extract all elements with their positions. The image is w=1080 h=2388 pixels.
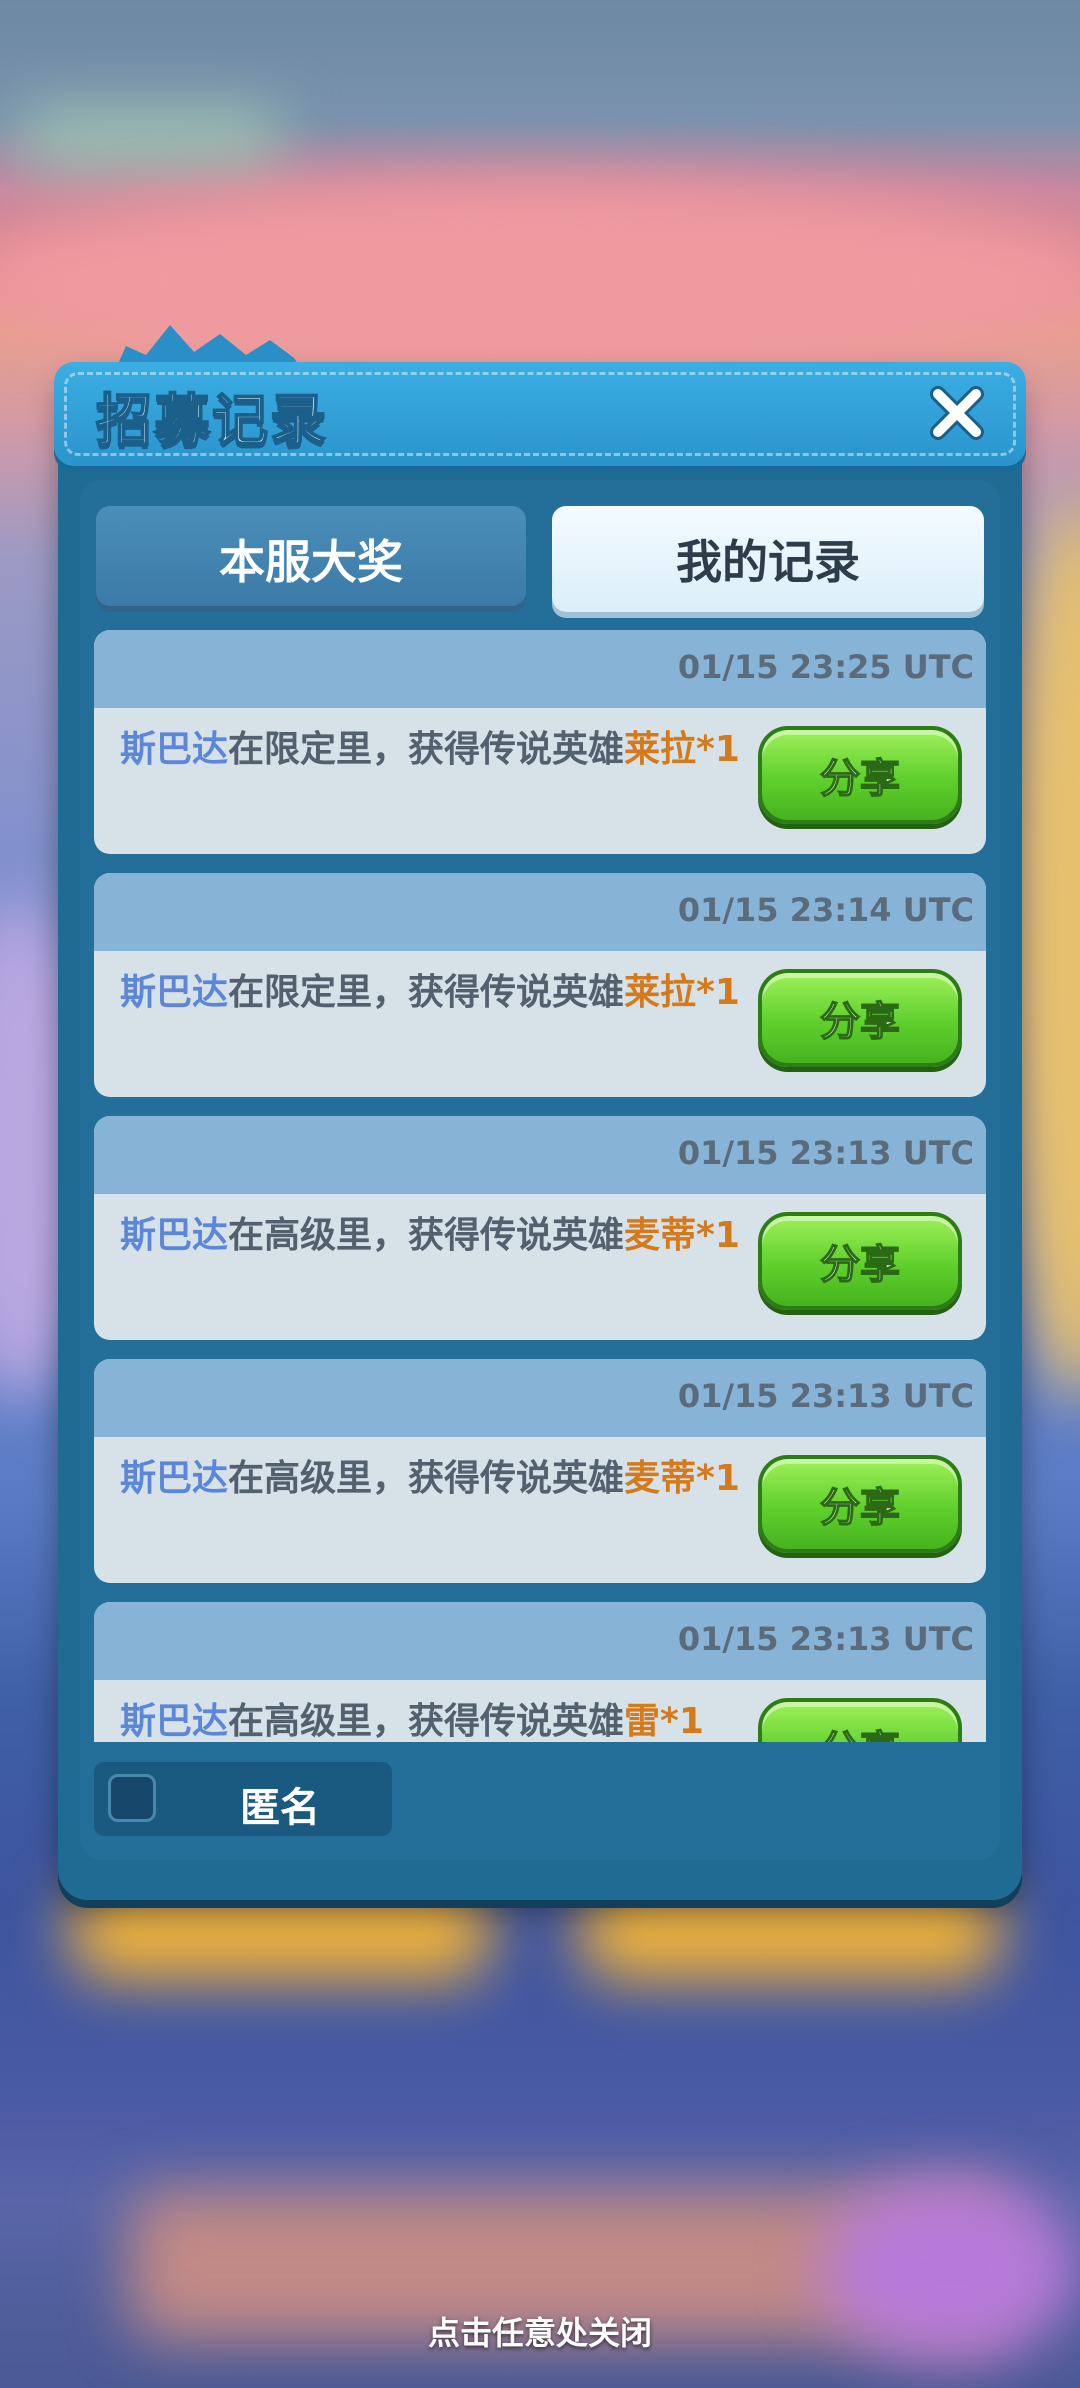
anonymous-label: 匿名	[240, 1785, 320, 1831]
record-item: 01/15 23:25 UTC 斯巴达在限定里，获得传说英雄莱拉*1 分享	[94, 630, 986, 854]
anonymous-toggle[interactable]: 匿名	[94, 1762, 392, 1836]
player-name: 斯巴达	[120, 1701, 229, 1742]
record-time: 01/15 23:25 UTC	[677, 648, 974, 686]
player-name: 斯巴达	[120, 729, 229, 770]
record-description: 在限定里，获得传说英雄	[228, 729, 625, 770]
hero-name: 麦蒂*1	[624, 1215, 740, 1256]
record-time: 01/15 23:13 UTC	[677, 1134, 974, 1172]
share-button[interactable]: 分享	[758, 1212, 962, 1310]
tab-label: 我的记录	[676, 535, 860, 589]
player-name: 斯巴达	[120, 1215, 229, 1256]
record-time: 01/15 23:13 UTC	[677, 1620, 974, 1658]
share-button[interactable]: 分享	[758, 1455, 962, 1553]
record-description: 在高级里，获得传说英雄	[228, 1701, 625, 1742]
player-name: 斯巴达	[120, 972, 229, 1013]
player-name: 斯巴达	[120, 1458, 229, 1499]
hero-name: 麦蒂*1	[624, 1458, 740, 1499]
dialog-title-bar: 招募记录	[54, 362, 1026, 466]
hero-name: 莱拉*1	[624, 972, 740, 1013]
record-list[interactable]: 01/15 23:25 UTC 斯巴达在限定里，获得传说英雄莱拉*1 分享 01…	[94, 630, 986, 1742]
record-item: 01/15 23:13 UTC 斯巴达在高级里，获得传说英雄麦蒂*1 分享	[94, 1359, 986, 1583]
record-text: 斯巴达在高级里，获得传说英雄麦蒂*1	[120, 1455, 750, 1503]
close-icon[interactable]	[924, 380, 990, 446]
dialog-title: 招募记录	[95, 388, 328, 455]
record-item: 01/15 23:13 UTC 斯巴达在高级里，获得传说英雄雷*1 分享	[94, 1602, 986, 1742]
tab-my-records[interactable]: 我的记录	[552, 506, 984, 612]
tab-server-grand-prize[interactable]: 本服大奖	[96, 506, 526, 612]
record-header: 01/15 23:13 UTC	[94, 1116, 986, 1194]
tab-label: 本服大奖	[219, 535, 403, 589]
record-header: 01/15 23:13 UTC	[94, 1602, 986, 1680]
close-hint: 点击任意处关闭	[427, 2314, 652, 2352]
record-item: 01/15 23:13 UTC 斯巴达在高级里，获得传说英雄麦蒂*1 分享	[94, 1116, 986, 1340]
share-button[interactable]: 分享	[758, 726, 962, 824]
record-description: 在限定里，获得传说英雄	[228, 972, 625, 1013]
record-header: 01/15 23:14 UTC	[94, 873, 986, 951]
record-description: 在高级里，获得传说英雄	[228, 1215, 625, 1256]
share-button[interactable]: 分享	[758, 1698, 962, 1742]
record-header: 01/15 23:13 UTC	[94, 1359, 986, 1437]
share-button[interactable]: 分享	[758, 969, 962, 1067]
record-description: 在高级里，获得传说英雄	[228, 1458, 625, 1499]
bg-top-bar	[20, 110, 280, 170]
hero-name: 莱拉*1	[624, 729, 740, 770]
record-text: 斯巴达在限定里，获得传说英雄莱拉*1	[120, 726, 750, 774]
hero-name: 雷*1	[624, 1701, 704, 1742]
record-time: 01/15 23:14 UTC	[677, 891, 974, 929]
record-time: 01/15 23:13 UTC	[677, 1377, 974, 1415]
record-text: 斯巴达在高级里，获得传说英雄雷*1	[120, 1698, 750, 1742]
record-item: 01/15 23:14 UTC 斯巴达在限定里，获得传说英雄莱拉*1 分享	[94, 873, 986, 1097]
record-text: 斯巴达在限定里，获得传说英雄莱拉*1	[120, 969, 750, 1017]
record-header: 01/15 23:25 UTC	[94, 630, 986, 708]
anonymous-checkbox[interactable]	[108, 1774, 156, 1822]
record-text: 斯巴达在高级里，获得传说英雄麦蒂*1	[120, 1212, 750, 1260]
